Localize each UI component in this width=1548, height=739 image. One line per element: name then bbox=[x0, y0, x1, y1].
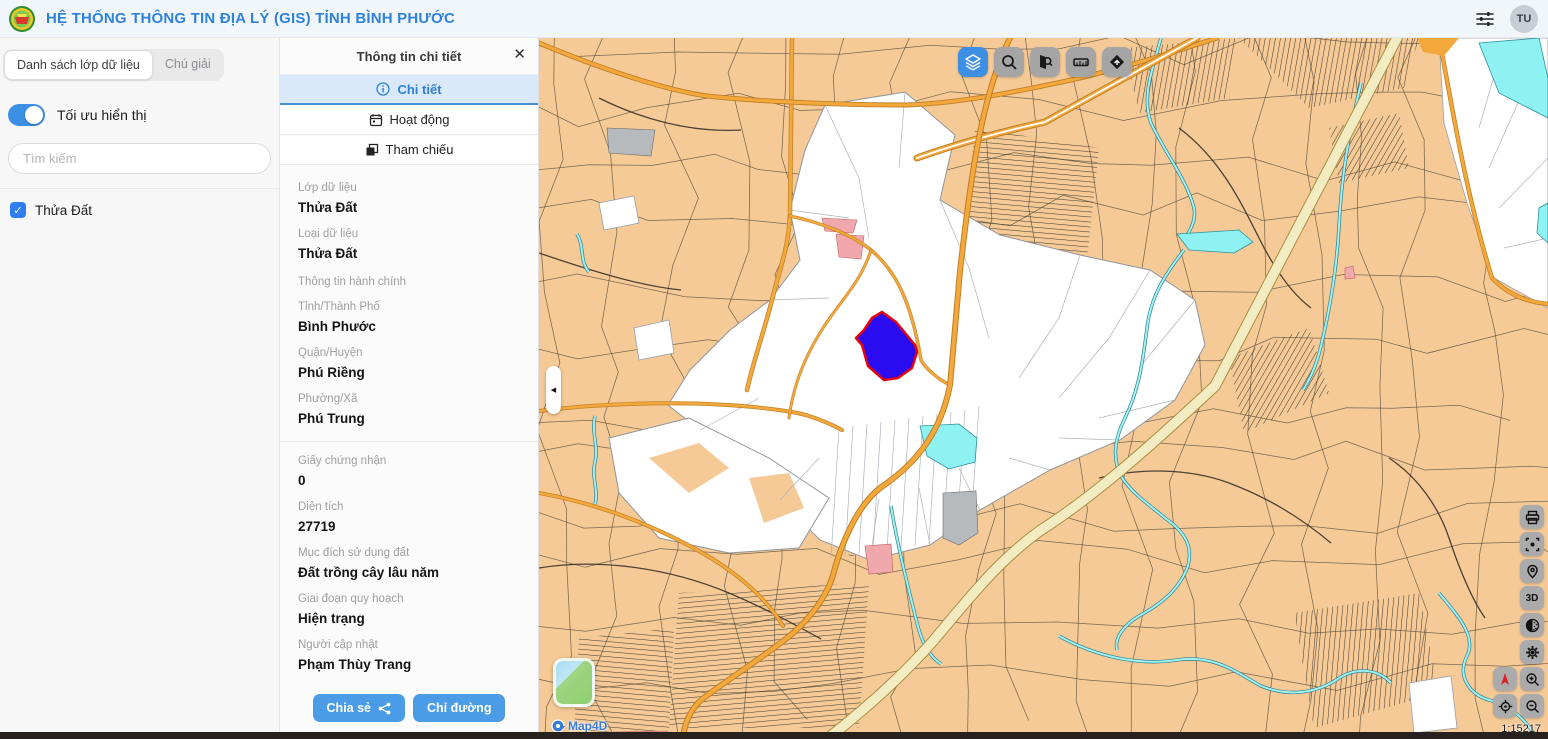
locate-icon[interactable] bbox=[1493, 694, 1517, 718]
layers-icon[interactable] bbox=[958, 47, 988, 77]
map-nav-controls bbox=[1493, 667, 1544, 718]
optimize-display-toggle[interactable] bbox=[8, 104, 45, 126]
tab-activity-label: Hoạt động bbox=[390, 112, 450, 127]
field-value: Đất trồng cây lâu năm bbox=[298, 565, 520, 580]
compass-icon[interactable] bbox=[1493, 667, 1517, 691]
layer-checkbox[interactable]: ✓ bbox=[10, 202, 26, 218]
share-icon bbox=[378, 702, 391, 715]
tab-activity[interactable]: Hoạt động bbox=[280, 105, 538, 135]
app-header: HỆ THỐNG THÔNG TIN ĐỊA LÝ (GIS) TỈNH BÌN… bbox=[0, 0, 1548, 38]
3d-label: 3D bbox=[1526, 593, 1539, 604]
sliders-icon[interactable] bbox=[1474, 8, 1496, 30]
basemap-icon[interactable] bbox=[1520, 613, 1544, 637]
tab-reference-label: Tham chiếu bbox=[386, 142, 454, 157]
detail-fields: Lớp dữ liệu Thửa Đất Loại dữ liệu Thửa Đ… bbox=[280, 165, 538, 688]
field-label: Người cập nhật bbox=[298, 639, 520, 651]
field-label: Quận/Huyện bbox=[298, 347, 520, 359]
close-icon[interactable]: ✕ bbox=[513, 47, 526, 62]
overview-minimap[interactable] bbox=[553, 658, 595, 707]
tab-legend[interactable]: Chú giải bbox=[153, 50, 223, 80]
measure-icon[interactable] bbox=[1066, 47, 1096, 77]
layer-item-thua-dat[interactable]: ✓ Thửa Đất bbox=[0, 189, 279, 231]
field-value: Thửa Đất bbox=[298, 246, 520, 261]
map4d-pin-icon bbox=[551, 719, 565, 733]
field-label: Giai đoạn quy hoạch bbox=[298, 593, 520, 605]
directions-button[interactable]: Chỉ đường bbox=[413, 694, 505, 722]
directions-button-label: Chỉ đường bbox=[427, 701, 491, 715]
field-label: Diện tích bbox=[298, 501, 520, 513]
panel-divider bbox=[280, 441, 538, 442]
field-value: 0 bbox=[298, 473, 520, 488]
zoom-out-icon[interactable] bbox=[1520, 694, 1544, 718]
share-button-label: Chia sẻ bbox=[327, 701, 371, 715]
sidebar-tabbar: Danh sách lớp dữ liệu Chú giải bbox=[3, 49, 224, 81]
field-value: 27719 bbox=[298, 519, 520, 534]
tab-layer-list[interactable]: Danh sách lớp dữ liệu bbox=[4, 50, 153, 80]
detail-panel-title: Thông tin chi tiết bbox=[357, 49, 462, 64]
field-label: Giấy chứng nhận bbox=[298, 455, 520, 467]
location-pin-icon[interactable] bbox=[1520, 559, 1544, 583]
field-value: Phú Riềng bbox=[298, 365, 520, 380]
tab-detail[interactable]: Chi tiết bbox=[280, 75, 538, 105]
search-icon[interactable] bbox=[994, 47, 1024, 77]
field-label: Tỉnh/Thành Phố bbox=[298, 301, 520, 313]
field-value: Hiện trạng bbox=[298, 611, 520, 626]
directions-icon[interactable] bbox=[1102, 47, 1132, 77]
field-value: Phú Trung bbox=[298, 411, 520, 426]
settings-icon[interactable] bbox=[1520, 640, 1544, 664]
cadastral-map[interactable] bbox=[539, 38, 1548, 739]
layer-label: Thửa Đất bbox=[35, 203, 92, 218]
zoom-in-icon[interactable] bbox=[1520, 667, 1544, 691]
search-input[interactable] bbox=[8, 143, 271, 174]
reference-icon bbox=[365, 143, 379, 157]
field-label: Phường/Xã bbox=[298, 393, 520, 405]
map-canvas[interactable]: ◀ 3D 1:15217 Map4D bbox=[539, 38, 1548, 739]
center-icon[interactable] bbox=[1520, 532, 1544, 556]
tab-detail-label: Chi tiết bbox=[397, 82, 441, 97]
user-avatar[interactable]: TU bbox=[1510, 5, 1538, 33]
detail-panel: Thông tin chi tiết ✕ Chi tiết Hoạt động … bbox=[280, 38, 539, 732]
field-value: Thửa Đất bbox=[298, 200, 520, 215]
map-controls: 3D bbox=[1520, 505, 1544, 664]
map4d-label: Map4D bbox=[568, 719, 607, 733]
tab-reference[interactable]: Tham chiếu bbox=[280, 135, 538, 165]
calendar-icon bbox=[369, 113, 383, 127]
layer-sidebar: Danh sách lớp dữ liệu Chú giải Tối ưu hi… bbox=[0, 38, 280, 732]
page-title: HỆ THỐNG THÔNG TIN ĐỊA LÝ (GIS) TỈNH BÌN… bbox=[46, 10, 455, 27]
map4d-attribution[interactable]: Map4D bbox=[551, 719, 607, 733]
bottom-bar bbox=[0, 732, 1548, 739]
map-toolbar bbox=[958, 47, 1132, 77]
field-value: Bình Phước bbox=[298, 319, 520, 334]
identify-icon[interactable] bbox=[1030, 47, 1060, 77]
field-label: Loại dữ liệu bbox=[298, 228, 520, 240]
share-button[interactable]: Chia sẻ bbox=[313, 694, 405, 722]
info-icon bbox=[376, 82, 390, 96]
panel-collapse-handle[interactable]: ◀ bbox=[546, 366, 561, 414]
section-header: Thông tin hành chính bbox=[298, 276, 520, 288]
field-label: Lớp dữ liệu bbox=[298, 182, 520, 194]
toggle-knob bbox=[25, 106, 43, 124]
app-logo bbox=[8, 5, 36, 33]
optimize-display-label: Tối ưu hiển thị bbox=[57, 107, 147, 123]
3d-icon[interactable]: 3D bbox=[1520, 586, 1544, 610]
print-icon[interactable] bbox=[1520, 505, 1544, 529]
field-label: Mục đích sử dụng đất bbox=[298, 547, 520, 559]
gis-application: HỆ THỐNG THÔNG TIN ĐỊA LÝ (GIS) TỈNH BÌN… bbox=[0, 0, 1548, 739]
field-value: Phạm Thùy Trang bbox=[298, 657, 520, 672]
